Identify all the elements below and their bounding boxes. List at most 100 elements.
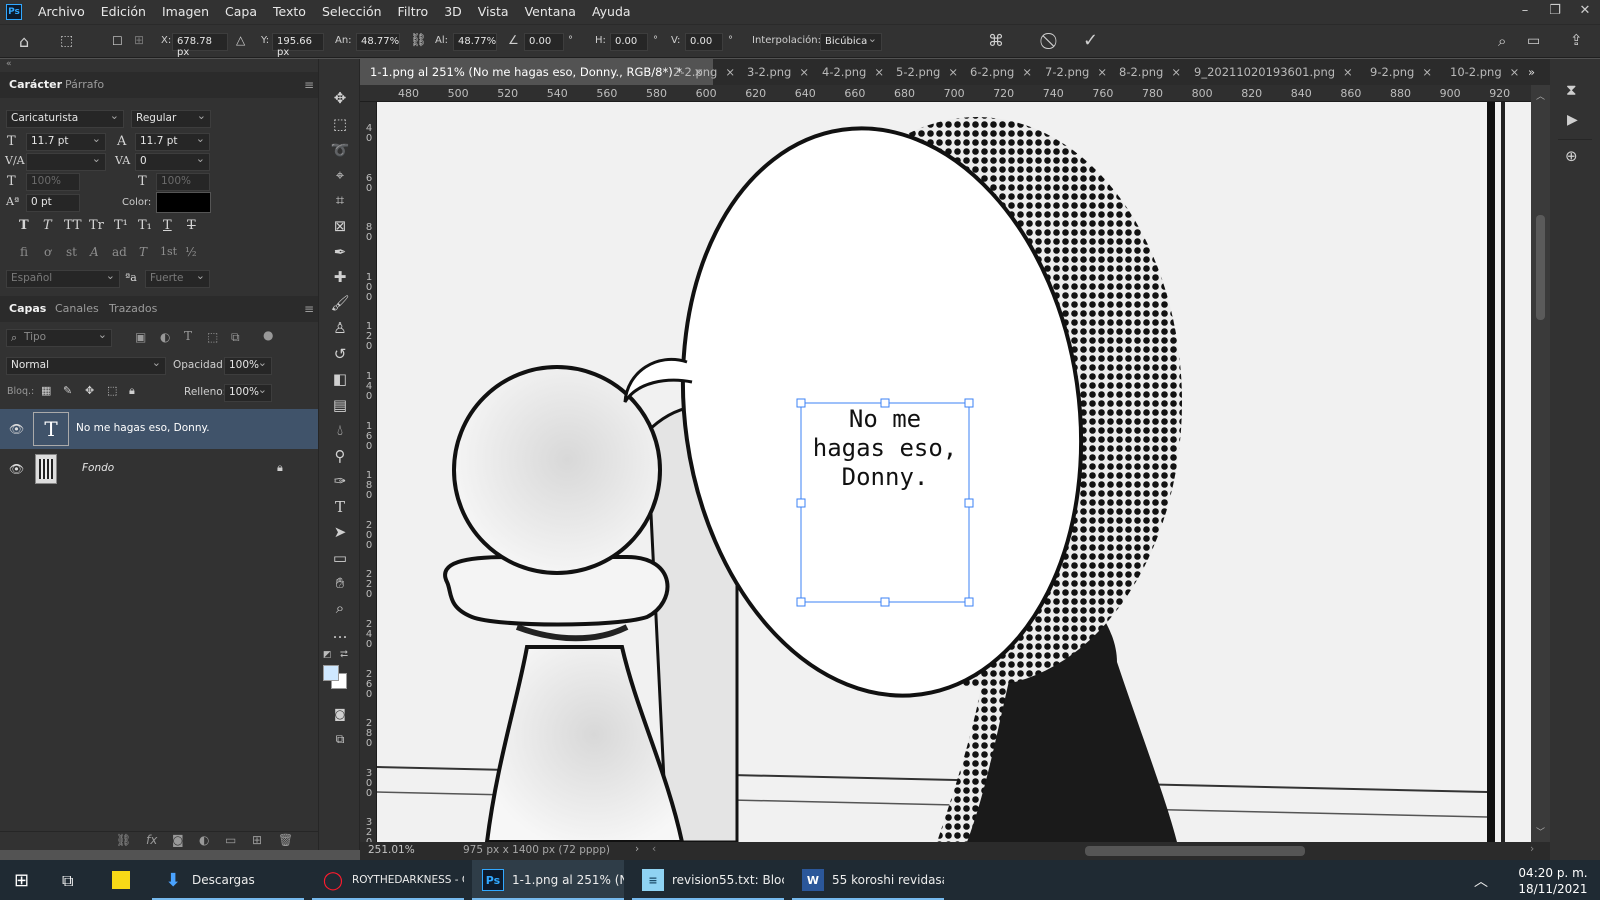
stamp-tool-icon[interactable]: ♙ [329, 317, 351, 339]
layer-style-icon[interactable]: fx [146, 834, 157, 846]
interpolation-select[interactable]: Bicúbica [820, 32, 882, 51]
home-icon[interactable]: ⌂ [19, 34, 29, 50]
small-caps-button[interactable]: Tr [89, 218, 104, 233]
menu-archivo[interactable]: Archivo [30, 0, 93, 24]
kerning-field[interactable] [26, 152, 106, 171]
transform-tool-icon[interactable]: ⬚ [60, 34, 73, 48]
delete-layer-icon[interactable]: 🗑︎ [278, 834, 293, 846]
tab-paths[interactable]: Trazados [109, 296, 157, 322]
menu-imagen[interactable]: Imagen [154, 0, 217, 24]
transform-handle[interactable] [964, 398, 974, 408]
add-mask-icon[interactable]: ◙ [172, 834, 184, 846]
close-tab-icon[interactable]: × [725, 65, 735, 79]
underline-button[interactable]: T [163, 218, 172, 233]
close-tab-icon[interactable]: × [799, 65, 809, 79]
horizontal-scrollbar-thumb[interactable] [1085, 846, 1305, 856]
layer-filter-select[interactable]: Tipo [6, 328, 112, 347]
scroll-left-icon[interactable]: ‹ [652, 843, 656, 855]
leading-field[interactable]: 11.7 pt [135, 132, 210, 151]
fractions-button[interactable]: ½ [185, 245, 197, 259]
eye-icon[interactable]: 👁︎ [9, 462, 24, 476]
scroll-down-icon[interactable]: ﹀ [1536, 825, 1545, 838]
contextual-button[interactable]: T [139, 245, 147, 259]
crop-tool-icon[interactable]: ⌗ [329, 189, 351, 211]
move-tool-icon[interactable]: ✥ [329, 87, 351, 109]
font-family-select[interactable]: Caricaturista [6, 109, 124, 128]
eyedropper-tool-icon[interactable]: ✒ [329, 241, 351, 263]
collapse-left-icon[interactable]: « [6, 60, 12, 69]
taskbar-item-word[interactable]: W 55 koroshi revidasa... [792, 860, 944, 900]
transform-handle[interactable] [964, 597, 974, 607]
vertical-skew-field[interactable]: 0.00 [685, 33, 723, 51]
taskbar-item-opera[interactable]: ◯ ROYTHEDARKNESS - O... [312, 860, 464, 900]
quick-mask-icon[interactable]: ◙ [329, 703, 351, 725]
vertical-scrollbar[interactable]: ︿ ﹀ [1531, 85, 1550, 842]
taskbar-item-photoshop[interactable]: Ps 1-1.png al 251% (N... [472, 860, 624, 900]
lock-position-icon[interactable]: ✥ [85, 385, 94, 396]
new-group-icon[interactable]: ▭ [225, 834, 236, 846]
ordinals-button[interactable]: 1st [160, 245, 177, 258]
more-tabs-button[interactable]: » [1528, 59, 1535, 85]
stylistic-alternates-button[interactable]: st [66, 245, 77, 259]
horizontal-scale-field[interactable]: 100% [156, 173, 210, 191]
close-tab-icon[interactable]: × [948, 65, 958, 79]
quick-select-tool-icon[interactable]: ⌖ [329, 164, 351, 186]
shape-tool-icon[interactable]: ▭ [329, 547, 351, 569]
share-icon[interactable]: ⇪ [1570, 33, 1583, 48]
menu-ventana[interactable]: Ventana [517, 0, 584, 24]
status-menu-icon[interactable]: › [635, 843, 639, 855]
foreground-color-swatch[interactable] [323, 665, 339, 681]
font-size-field[interactable]: 11.7 pt [26, 132, 106, 151]
layer-row[interactable]: 👁︎ Fondo 🔒︎ [0, 449, 318, 489]
clock-time[interactable]: 04:20 p. m. [1514, 866, 1592, 880]
transform-handle[interactable] [964, 498, 974, 508]
transform-handle[interactable] [796, 597, 806, 607]
filter-adjustment-icon[interactable]: ◐ [160, 331, 170, 343]
menu-vista[interactable]: Vista [470, 0, 517, 24]
pen-tool-icon[interactable]: ✑ [329, 470, 351, 492]
eye-icon[interactable]: 👁︎ [9, 422, 24, 436]
windows-start-icon[interactable]: ⊞ [14, 870, 29, 891]
x-position-field[interactable]: 678.78 px [172, 33, 228, 58]
tab-document[interactable]: 8-2.png × [1119, 59, 1181, 85]
path-select-icon[interactable]: ➤ [329, 521, 351, 543]
faux-italic-button[interactable]: T [43, 218, 52, 233]
scroll-up-icon[interactable]: ︿ [1536, 89, 1545, 102]
tray-chevron-icon[interactable]: ︿ [1474, 871, 1488, 891]
link-icon[interactable]: ⛓ [410, 34, 427, 47]
width-field[interactable]: 48.77% [356, 33, 400, 51]
close-tab-icon[interactable]: × [1510, 65, 1520, 79]
swap-colors-icon[interactable]: ⮂ [340, 649, 348, 660]
healing-brush-icon[interactable]: ✚ [329, 266, 351, 288]
tab-character[interactable]: Carácter [9, 72, 62, 98]
tracking-field[interactable]: 0 [135, 152, 210, 171]
history-panel-icon[interactable]: ⧗ [1566, 83, 1577, 98]
tab-document[interactable]: 3-2.png × [747, 59, 809, 85]
opacity-field[interactable]: 100% [224, 356, 272, 375]
history-brush-icon[interactable]: ↺ [329, 343, 351, 365]
old-style-button[interactable]: ơ [44, 245, 51, 259]
titling-button[interactable]: ad [112, 245, 127, 259]
horizontal-skew-field[interactable]: 0.00 [610, 33, 648, 51]
filter-type-icon[interactable]: T [184, 330, 192, 342]
dodge-tool-icon[interactable]: ⚲ [329, 445, 351, 467]
glyphs-panel-icon[interactable]: ⊕ [1565, 149, 1578, 164]
vertical-scale-field[interactable]: 100% [26, 173, 80, 191]
document-canvas[interactable]: No me hagas eso, Donny. [377, 102, 1531, 842]
fill-field[interactable]: 100% [224, 383, 272, 402]
filter-shape-icon[interactable]: ⬚ [207, 331, 218, 343]
close-button[interactable]: ✕ [1570, 0, 1600, 24]
reference-point-checkbox[interactable]: ☐ [112, 35, 123, 47]
tab-document[interactable]: 5-2.png × [896, 59, 958, 85]
blur-tool-icon[interactable]: 💧︎ [329, 419, 351, 441]
commit-transform-icon[interactable]: ✓ [1083, 32, 1098, 50]
link-layers-icon[interactable]: ⛓ [116, 834, 131, 846]
brush-tool-icon[interactable]: 🖌︎ [329, 292, 351, 314]
maximize-button[interactable]: ❐ [1540, 0, 1570, 24]
close-tab-icon[interactable]: × [1097, 65, 1107, 79]
tab-document[interactable]: 4-2.png × [822, 59, 884, 85]
taskbar-item-notepad[interactable]: ≡ revision55.txt: Bloc ... [632, 860, 784, 900]
close-tab-icon[interactable]: × [1171, 65, 1181, 79]
hand-tool-icon[interactable]: ✋︎ [329, 572, 351, 594]
filter-pixel-icon[interactable]: ▣ [135, 331, 146, 343]
